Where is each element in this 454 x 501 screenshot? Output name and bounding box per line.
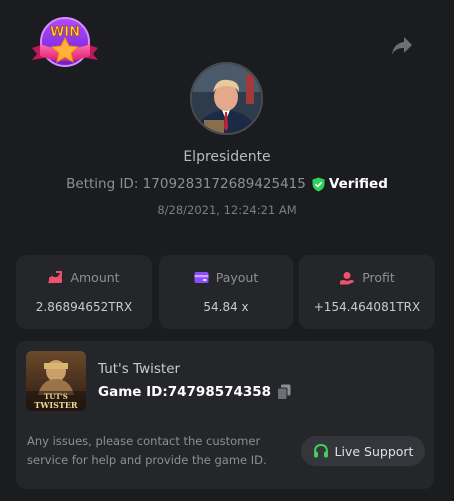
headset-icon [313, 443, 328, 458]
stat-card-profit: Profit +154.464081TRX [299, 255, 435, 329]
stat-profit-value: +154.464081TRX [313, 300, 421, 314]
stat-card-amount: Amount 2.86894652TRX [16, 255, 152, 329]
game-id-label: Game ID: [98, 384, 168, 400]
game-card: TUT'S TWISTER Tut's Twister Game ID:7479… [16, 341, 434, 489]
betting-id-line: Betting ID: 1709283172689425415 Verified [0, 176, 454, 192]
copy-icon[interactable] [277, 384, 291, 400]
game-thumbnail[interactable]: TUT'S TWISTER [26, 351, 86, 411]
win-badge-text: WIN [50, 25, 80, 40]
share-icon[interactable] [391, 36, 413, 56]
verified-shield-icon [312, 177, 325, 191]
betting-id-label: Betting ID: [66, 176, 139, 192]
live-support-button[interactable]: Live Support [301, 436, 425, 466]
win-badge-icon: WIN [28, 14, 102, 72]
stat-profit-label: Profit [362, 270, 395, 285]
stat-payout-label: Payout [215, 270, 259, 285]
username: Elpresidente [183, 149, 271, 165]
support-message: Any issues, please contact the customer … [27, 434, 267, 467]
live-support-label: Live Support [334, 443, 414, 459]
bet-timestamp: 8/28/2021, 12:24:21 AM [157, 203, 297, 217]
game-id-line: Game ID:74798574358 [98, 384, 291, 400]
stat-payout-value: 54.84 x [203, 300, 249, 314]
game-name[interactable]: Tut's Twister [98, 361, 180, 377]
verified-badge: Verified [312, 176, 388, 192]
stat-card-payout: Payout 54.84 x [159, 255, 293, 329]
stat-amount-value: 2.86894652TRX [35, 300, 133, 314]
game-thumbnail-text-2: TWISTER [34, 400, 78, 410]
profit-icon [340, 271, 355, 284]
wallet-icon [194, 272, 209, 283]
betting-id-value: 1709283172689425415 [142, 176, 306, 192]
verified-label: Verified [328, 176, 388, 192]
avatar [190, 62, 263, 135]
amount-icon [48, 271, 63, 284]
stat-amount-label: Amount [70, 270, 120, 285]
game-id-value: 74798574358 [167, 384, 272, 400]
